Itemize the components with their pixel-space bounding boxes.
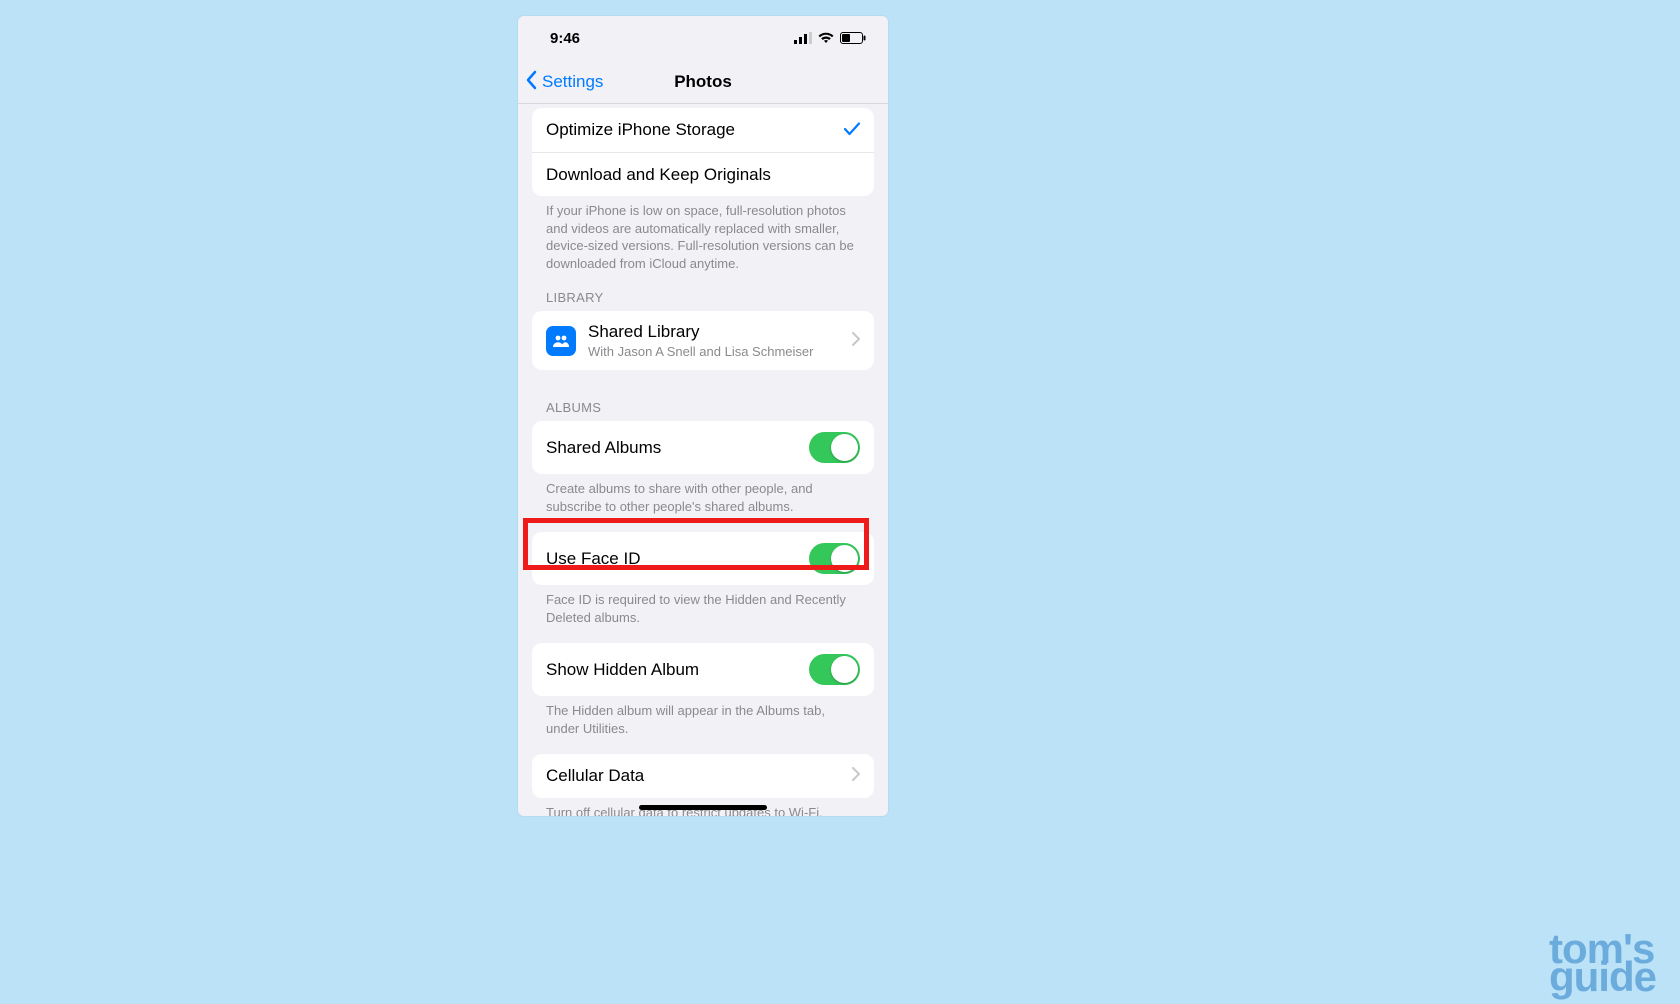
status-time: 9:46 [550, 30, 580, 47]
show-hidden-toggle[interactable] [809, 654, 860, 685]
page-title: Photos [518, 60, 888, 104]
download-originals-label: Download and Keep Originals [546, 165, 860, 185]
storage-group: Optimize iPhone Storage Download and Kee… [532, 108, 874, 196]
shared-albums-footer: Create albums to share with other people… [518, 474, 888, 515]
faceid-group: Use Face ID [532, 532, 874, 585]
storage-footer: If your iPhone is low on space, full-res… [518, 196, 888, 272]
settings-scroll[interactable]: Optimize iPhone Storage Download and Kee… [518, 104, 888, 816]
shared-library-row[interactable]: Shared Library With Jason A Snell and Li… [532, 311, 874, 370]
use-faceid-toggle[interactable] [809, 543, 860, 574]
check-icon [844, 120, 860, 141]
show-hidden-label: Show Hidden Album [546, 660, 809, 680]
shared-library-icon [546, 326, 576, 356]
status-bar: 9:46 [518, 16, 888, 60]
watermark-line2: guide [1549, 961, 1656, 994]
use-faceid-row[interactable]: Use Face ID [532, 532, 874, 585]
shared-library-subtitle: With Jason A Snell and Lisa Schmeiser [588, 344, 852, 359]
optimize-storage-label: Optimize iPhone Storage [546, 120, 844, 140]
iphone-frame: 9:46 Settings Photos Optimize iPhon [518, 16, 888, 816]
battery-icon [840, 32, 866, 44]
hidden-album-group: Show Hidden Album [532, 643, 874, 696]
shared-albums-group: Shared Albums [532, 421, 874, 474]
cellular-data-row[interactable]: Cellular Data [532, 754, 874, 798]
shared-albums-label: Shared Albums [546, 438, 809, 458]
nav-bar: Settings Photos [518, 60, 888, 104]
optimize-storage-row[interactable]: Optimize iPhone Storage [532, 108, 874, 152]
chevron-right-icon [852, 331, 860, 351]
cellular-icon [794, 32, 812, 44]
use-faceid-label: Use Face ID [546, 549, 809, 569]
library-header: LIBRARY [518, 272, 888, 311]
wifi-icon [818, 32, 834, 44]
home-indicator[interactable] [639, 805, 767, 810]
status-right [794, 32, 866, 44]
shared-albums-row[interactable]: Shared Albums [532, 421, 874, 474]
shared-library-title: Shared Library [588, 322, 852, 342]
cellular-data-label: Cellular Data [546, 766, 852, 786]
shared-albums-toggle[interactable] [809, 432, 860, 463]
faceid-footer: Face ID is required to view the Hidden a… [518, 585, 888, 626]
chevron-right-icon [852, 766, 860, 786]
albums-header: ALBUMS [518, 370, 888, 421]
show-hidden-footer: The Hidden album will appear in the Albu… [518, 696, 888, 737]
show-hidden-row[interactable]: Show Hidden Album [532, 643, 874, 696]
download-originals-row[interactable]: Download and Keep Originals [532, 152, 874, 196]
cellular-group: Cellular Data [532, 754, 874, 798]
watermark: tom's guide [1549, 933, 1656, 995]
library-group: Shared Library With Jason A Snell and Li… [532, 311, 874, 370]
